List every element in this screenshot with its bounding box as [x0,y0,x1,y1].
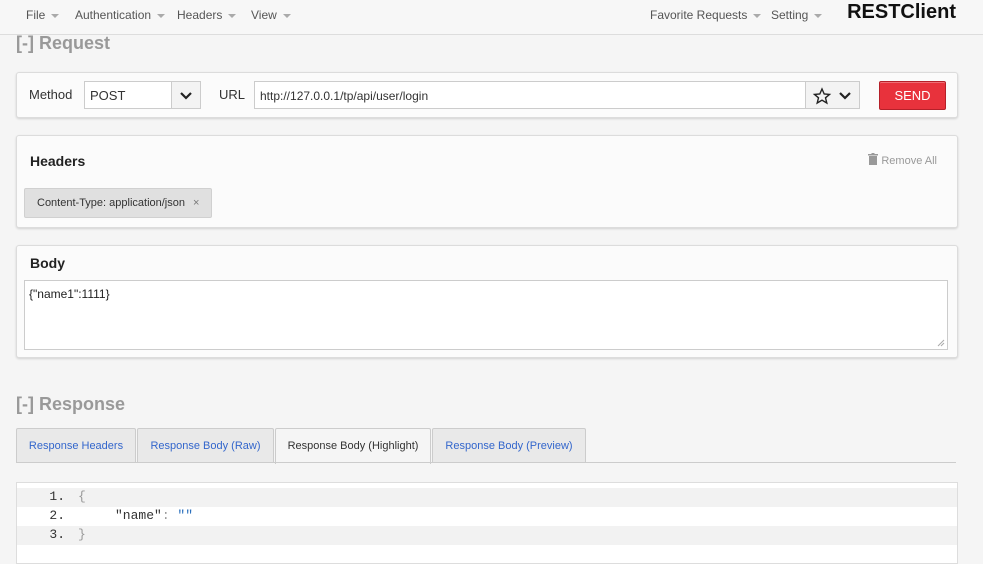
top-menu-bar: File Authentication Headers View Favorit… [0,0,983,35]
url-input[interactable]: http://127.0.0.1/tp/api/user/login [254,81,806,109]
menu-headers-label: Headers [177,8,223,22]
chevron-down-icon [180,92,192,100]
code-text: { [78,489,86,504]
remove-all-button[interactable]: Remove All [868,153,937,167]
chevron-down-icon [814,13,823,18]
line-number: 3. [49,527,65,542]
body-content: {"name1":1111} [29,287,110,301]
star-icon [812,87,851,105]
remove-all-label: Remove All [881,155,937,167]
header-tag: Content-Type: application/json × [24,188,213,218]
chevron-down-icon [228,13,237,18]
code-line: 2. "name": "" [17,507,957,526]
method-dropdown-button[interactable] [171,82,200,108]
tab-response-body-highlight[interactable]: Response Body (Highlight) [275,428,431,464]
menu-favorite-label: Favorite Requests [650,8,748,22]
code-text: "name": "" [115,508,193,523]
menu-setting[interactable]: Setting [771,8,823,22]
chevron-down-icon [282,13,291,18]
method-value: POST [90,88,126,103]
url-label: URL [219,87,246,102]
code-line: 3. } [17,526,957,545]
tab-response-headers[interactable]: Response Headers [16,428,136,463]
url-value: http://127.0.0.1/tp/api/user/login [260,89,429,103]
header-tag-text: Content-Type: application/json [37,197,185,209]
menu-authentication[interactable]: Authentication [75,8,166,22]
code-text: } [78,527,86,542]
menu-headers[interactable]: Headers [177,8,237,22]
resize-handle-icon[interactable] [937,339,945,347]
method-select[interactable]: POST [84,81,201,109]
json-string-value: "" [177,508,194,523]
line-number: 2. [49,508,65,523]
menu-view-label: View [251,8,277,22]
response-section-title[interactable]: [-] Response [16,394,125,415]
menu-authentication-label: Authentication [75,8,152,22]
chevron-down-icon [51,13,60,18]
headers-panel: Headers Remove All Content-Type: applica… [16,135,958,228]
tabs-divider [16,462,956,463]
headers-title: Headers [30,153,86,169]
trash-icon [868,153,879,165]
body-textarea[interactable]: {"name1":1111} [24,280,948,350]
json-colon: : [161,508,178,523]
body-title: Body [30,255,65,271]
response-code-view: 1. { 2. "name": "" 3. } [16,482,958,564]
url-favorite-dropdown[interactable] [805,81,860,109]
menu-favorite-requests[interactable]: Favorite Requests [650,8,762,22]
app-brand: RESTClient [847,1,956,23]
chevron-down-icon [753,13,762,18]
menu-setting-label: Setting [771,8,809,22]
request-panel: Method POST URL http://127.0.0.1/tp/api/… [16,72,958,118]
request-section-title[interactable]: [-] Request [16,33,110,54]
json-key: "name" [115,508,162,523]
tab-response-body-raw[interactable]: Response Body (Raw) [137,428,274,463]
close-icon[interactable]: × [193,197,199,209]
menu-view[interactable]: View [251,8,291,22]
body-panel: Body {"name1":1111} [16,245,958,358]
menu-file-label: File [26,8,46,22]
tab-response-body-preview[interactable]: Response Body (Preview) [432,428,586,463]
send-button[interactable]: SEND [879,81,946,110]
code-line: 1. { [17,488,957,507]
menu-file[interactable]: File [26,8,60,22]
line-number: 1. [49,489,65,504]
method-label: Method [29,87,73,102]
chevron-down-icon [157,13,166,18]
